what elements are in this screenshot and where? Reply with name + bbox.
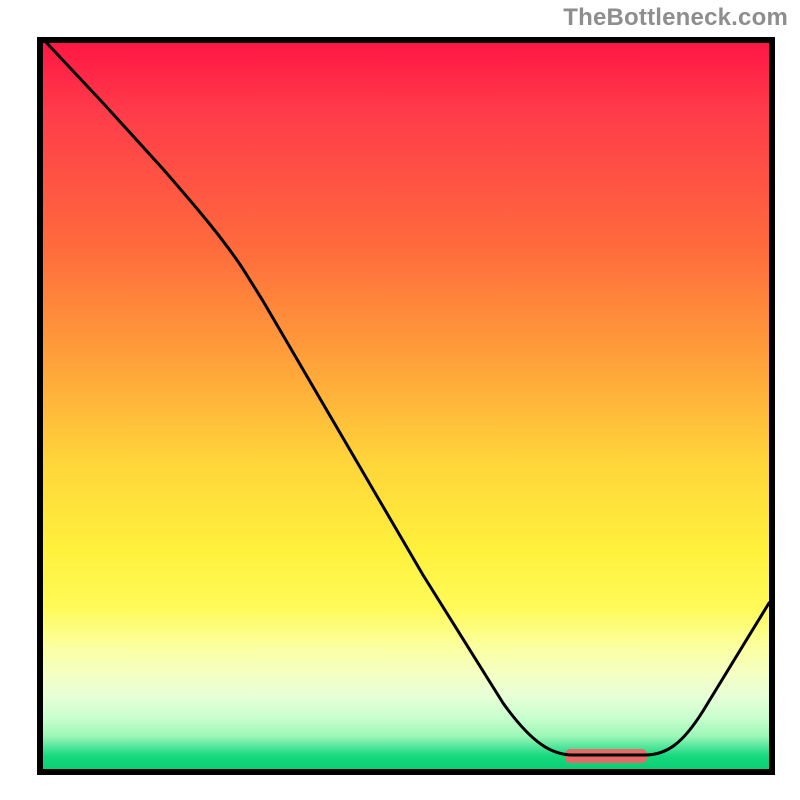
plot-area — [37, 37, 775, 775]
chart-frame: TheBottleneck.com — [0, 0, 800, 800]
bottleneck-curve — [43, 43, 769, 755]
overlay-svg — [43, 43, 769, 769]
watermark-text: TheBottleneck.com — [563, 4, 788, 32]
